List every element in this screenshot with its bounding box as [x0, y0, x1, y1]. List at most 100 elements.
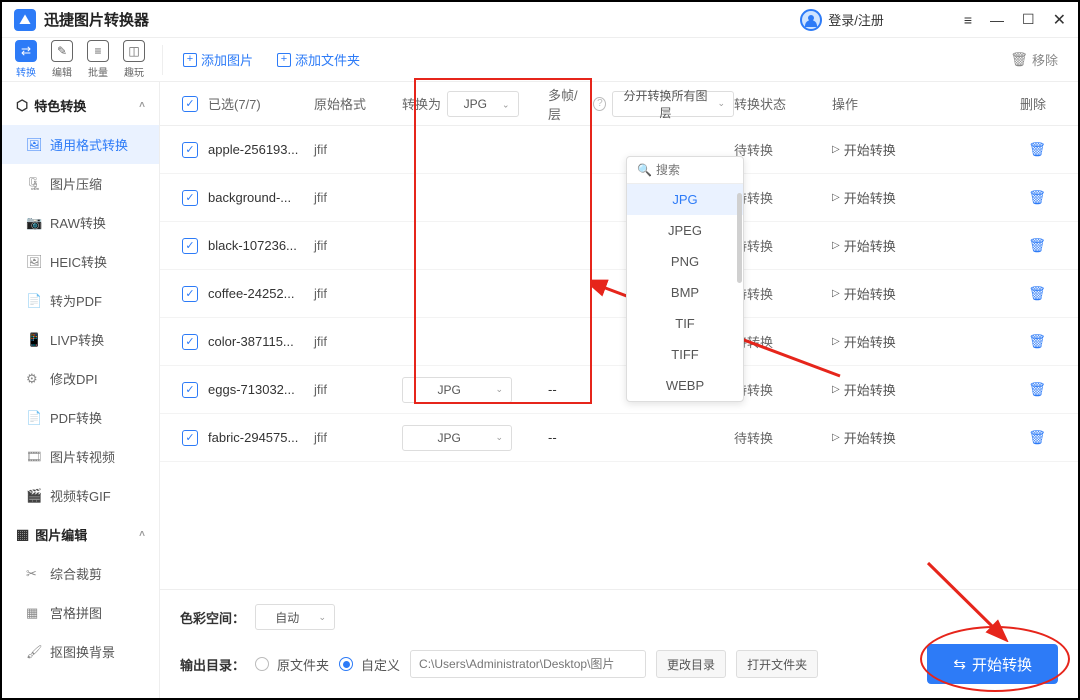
sidebar-item-icon: 🎬: [26, 488, 42, 504]
format-option[interactable]: TIFF: [627, 339, 743, 370]
format-search[interactable]: 🔍: [627, 157, 743, 184]
row-format-dropdown[interactable]: JPG⌄: [402, 425, 512, 451]
chevron-down-icon: ⌄: [318, 612, 326, 623]
add-folder-button[interactable]: + 添加文件夹: [277, 50, 360, 69]
close-icon[interactable]: ✕: [1053, 10, 1066, 30]
table-row: ✓ coffee-24252... jfif 待转换 ▷开始转换 🗑: [160, 270, 1078, 318]
format-option[interactable]: WEBP: [627, 370, 743, 401]
row-delete-button[interactable]: 🗑: [1028, 333, 1046, 349]
mode-趣玩[interactable]: ◫趣玩: [118, 40, 150, 79]
change-dir-button[interactable]: 更改目录: [656, 650, 726, 678]
app-logo-icon: ⛰: [14, 9, 36, 31]
sidebar-item[interactable]: 📄PDF转换: [2, 398, 159, 437]
row-checkbox[interactable]: ✓: [182, 430, 198, 446]
maximize-icon[interactable]: ☐: [1022, 11, 1035, 28]
top-toolbar: ⇄转换✎编辑≡批量◫趣玩 + 添加图片 + 添加文件夹 🗑 移除: [2, 38, 1078, 82]
sidebar-item[interactable]: 📱LIVP转换: [2, 320, 159, 359]
row-start-button[interactable]: ▷开始转换: [832, 188, 962, 207]
cell-filename: fabric-294575...: [208, 430, 314, 445]
sidebar-item[interactable]: 🖌抠图换背景: [2, 632, 159, 671]
row-start-button[interactable]: ▷开始转换: [832, 236, 962, 255]
sidebar-item[interactable]: 📄转为PDF: [2, 281, 159, 320]
sidebar-group-feature[interactable]: ⬡ 特色转换 ˄: [2, 86, 159, 125]
mode-批量[interactable]: ≡批量: [82, 40, 114, 79]
row-start-button[interactable]: ▷开始转换: [832, 380, 962, 399]
minimize-icon[interactable]: —: [990, 12, 1004, 28]
row-checkbox[interactable]: ✓: [182, 334, 198, 350]
help-icon[interactable]: ?: [593, 97, 606, 111]
row-format-dropdown[interactable]: JPG⌄: [402, 377, 512, 403]
sidebar-item[interactable]: 🗜图片压缩: [2, 164, 159, 203]
format-option[interactable]: JPEG: [627, 215, 743, 246]
cell-filename: coffee-24252...: [208, 286, 314, 301]
login-button[interactable]: 登录/注册: [800, 9, 884, 31]
row-delete-button[interactable]: 🗑: [1028, 189, 1046, 205]
row-checkbox[interactable]: ✓: [182, 238, 198, 254]
start-convert-button[interactable]: ⇆ 开始转换: [927, 644, 1058, 684]
row-start-button[interactable]: ▷开始转换: [832, 332, 962, 351]
row-checkbox[interactable]: ✓: [182, 286, 198, 302]
col-multi-frame: 多帧/层: [548, 85, 587, 123]
row-delete-button[interactable]: 🗑: [1028, 141, 1046, 157]
open-folder-button[interactable]: 打开文件夹: [736, 650, 818, 678]
format-option[interactable]: TIF: [627, 308, 743, 339]
row-delete-button[interactable]: 🗑: [1028, 285, 1046, 301]
plus-icon: +: [183, 53, 197, 67]
sidebar-group-edit[interactable]: ▦ 图片编辑 ˄: [2, 515, 159, 554]
sidebar-item-label: LIVP转换: [50, 330, 104, 349]
row-start-button[interactable]: ▷开始转换: [832, 428, 962, 447]
radio-custom-folder[interactable]: 自定义: [339, 655, 400, 674]
mode-转换[interactable]: ⇄转换: [10, 40, 42, 79]
row-start-button[interactable]: ▷开始转换: [832, 284, 962, 303]
sidebar-item[interactable]: 📷RAW转换: [2, 203, 159, 242]
sidebar-item[interactable]: 🖼通用格式转换: [2, 125, 159, 164]
cell-status: 待转换: [734, 332, 832, 351]
menu-icon[interactable]: ≡: [964, 12, 972, 28]
sidebar-item-icon: 🖼: [26, 254, 42, 270]
sidebar-item[interactable]: 🎬视频转GIF: [2, 476, 159, 515]
header-layer-dropdown[interactable]: 分开转换所有图层 ⌄: [612, 91, 734, 117]
convert-icon: ⇆: [953, 655, 966, 673]
header-format-dropdown[interactable]: JPG ⌃: [447, 91, 519, 117]
sidebar-item-icon: 🎞: [26, 449, 42, 465]
row-delete-button[interactable]: 🗑: [1028, 237, 1046, 253]
select-all-checkbox[interactable]: ✓: [182, 96, 198, 112]
row-checkbox[interactable]: ✓: [182, 142, 198, 158]
row-start-button[interactable]: ▷开始转换: [832, 140, 962, 159]
format-option[interactable]: JPG: [627, 184, 743, 215]
col-status: 转换状态: [734, 94, 832, 113]
cell-status: 待转换: [734, 284, 832, 303]
format-option[interactable]: PNG: [627, 246, 743, 277]
cell-multi: --: [548, 430, 734, 445]
col-selected: 已选(7/7): [208, 94, 314, 113]
sidebar-item[interactable]: 🖼HEIC转换: [2, 242, 159, 281]
mode-编辑[interactable]: ✎编辑: [46, 40, 78, 79]
sidebar-item-label: 综合裁剪: [50, 564, 102, 583]
play-icon: ▷: [832, 384, 840, 395]
play-icon: ▷: [832, 432, 840, 443]
colorspace-dropdown[interactable]: 自动 ⌄: [255, 604, 335, 630]
row-checkbox[interactable]: ✓: [182, 382, 198, 398]
footer: 色彩空间： 自动 ⌄ 输出目录： 原文件夹 自定义 更改目录 打开文件夹 ⇆: [160, 589, 1078, 698]
sidebar-item[interactable]: ▦宫格拼图: [2, 593, 159, 632]
cell-status: 待转换: [734, 236, 832, 255]
remove-button[interactable]: 🗑 移除: [1010, 50, 1058, 69]
row-delete-button[interactable]: 🗑: [1028, 381, 1046, 397]
output-path-input[interactable]: [410, 650, 646, 678]
table-row: ✓ color-387115... jfif 待转换 ▷开始转换 🗑: [160, 318, 1078, 366]
chevron-down-icon: ⌄: [495, 432, 503, 443]
add-image-button[interactable]: + 添加图片: [183, 50, 253, 69]
sidebar-item-icon: 🖼: [26, 137, 42, 153]
login-text: 登录/注册: [828, 10, 884, 29]
cell-orig-fmt: jfif: [314, 334, 402, 349]
radio-orig-folder[interactable]: 原文件夹: [255, 655, 329, 674]
sidebar-item[interactable]: 🎞图片转视频: [2, 437, 159, 476]
row-delete-button[interactable]: 🗑: [1028, 429, 1046, 445]
scrollbar[interactable]: [737, 193, 742, 283]
cell-status: 待转换: [734, 140, 832, 159]
sidebar-item[interactable]: ⚙修改DPI: [2, 359, 159, 398]
row-checkbox[interactable]: ✓: [182, 190, 198, 206]
format-option[interactable]: BMP: [627, 277, 743, 308]
sidebar-item[interactable]: ✂综合裁剪: [2, 554, 159, 593]
format-search-input[interactable]: [656, 163, 726, 177]
